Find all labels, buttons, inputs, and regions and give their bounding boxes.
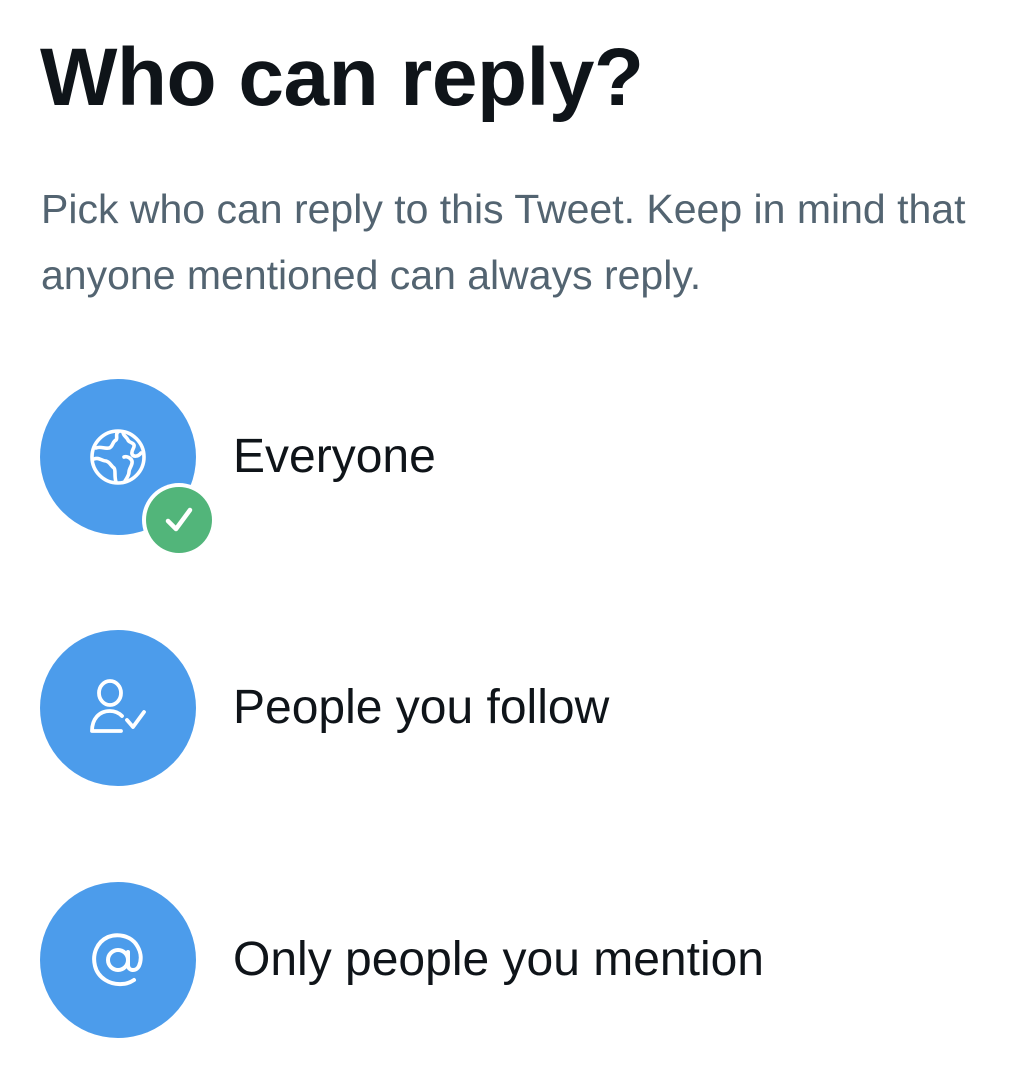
option-everyone[interactable]: Everyone — [40, 379, 980, 557]
option-only-people-you-mention-label: Only people you mention — [233, 933, 764, 986]
page-title: Who can reply? — [40, 32, 644, 123]
reply-settings-sheet: Who can reply? Pick who can reply to thi… — [0, 0, 1023, 1086]
option-people-you-follow-label: People you follow — [233, 681, 610, 734]
option-everyone-label: Everyone — [233, 430, 436, 483]
checkmark-icon — [165, 507, 193, 532]
page-subtitle: Pick who can reply to this Tweet. Keep i… — [41, 186, 966, 298]
option-only-people-you-mention[interactable]: Only people you mention — [40, 882, 980, 1038]
selected-badge — [142, 483, 216, 557]
person-check-icon — [90, 679, 146, 733]
option-people-you-follow[interactable]: People you follow — [40, 630, 980, 786]
globe-icon — [90, 429, 146, 485]
option-people-you-follow-icon-circle — [40, 630, 196, 786]
option-only-people-you-mention-icon-circle — [40, 882, 196, 1038]
at-sign-icon — [92, 933, 143, 987]
